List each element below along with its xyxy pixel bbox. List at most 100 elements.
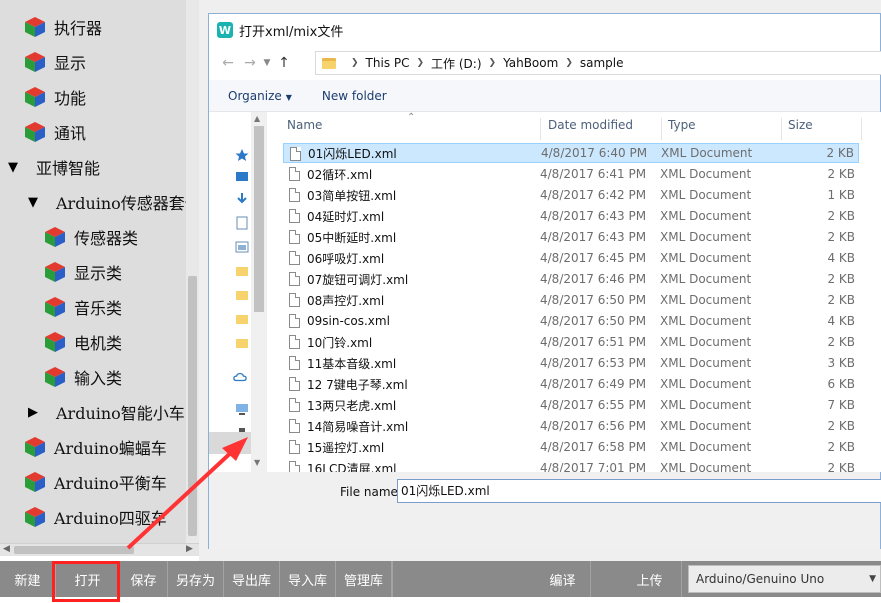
file-type: XML Document bbox=[660, 356, 752, 370]
recent-locations-chevron-icon[interactable]: ▼ bbox=[261, 52, 273, 74]
address-bar[interactable]: ❯ This PC ❯ 工作 (D:) ❯ YahBoom ❯ sample bbox=[315, 51, 881, 75]
bottom-strip bbox=[0, 597, 881, 603]
breadcrumb-item[interactable]: This PC bbox=[366, 56, 410, 70]
expanded-triangle-icon[interactable]: ▼ bbox=[28, 195, 46, 210]
category-vertical-scrollbar[interactable] bbox=[186, 0, 199, 543]
category-item[interactable]: 功能 bbox=[24, 82, 86, 112]
this-pc-icon[interactable] bbox=[235, 402, 249, 416]
back-arrow-icon[interactable]: ← bbox=[217, 52, 239, 74]
scroll-left-icon[interactable]: ◀ bbox=[3, 544, 10, 554]
navigation-pane-scroll-thumb[interactable] bbox=[254, 126, 264, 312]
onedrive-cloud-icon[interactable] bbox=[233, 370, 247, 384]
file-type: XML Document bbox=[660, 251, 752, 265]
breadcrumb-item[interactable]: sample bbox=[580, 56, 624, 70]
manage-library-button[interactable]: 管理库 bbox=[336, 561, 392, 597]
category-label: 亚博智能 bbox=[36, 159, 101, 178]
new-folder-button[interactable]: New folder bbox=[322, 89, 387, 103]
expanded-triangle-icon[interactable]: ▼ bbox=[8, 160, 26, 175]
file-row[interactable]: 09sin-cos.xml 4/8/2017 6:50 PM XML Documen… bbox=[283, 311, 859, 331]
quick-access-star-icon[interactable] bbox=[235, 148, 249, 162]
up-arrow-icon[interactable]: ↑ bbox=[273, 52, 295, 74]
scroll-up-icon[interactable]: ▲ bbox=[254, 114, 260, 123]
downloads-icon[interactable] bbox=[235, 192, 249, 206]
folder-icon[interactable] bbox=[235, 264, 249, 278]
category-item[interactable]: 显示类 bbox=[44, 257, 122, 287]
file-type: XML Document bbox=[661, 146, 753, 160]
xml-file-icon bbox=[289, 398, 300, 412]
file-row[interactable]: 07旋钮可调灯.xml 4/8/2017 6:46 PM XML Document 2… bbox=[283, 269, 859, 289]
breadcrumb-item[interactable]: YahBoom bbox=[503, 56, 558, 70]
file-name: 04延时灯.xml bbox=[307, 209, 385, 224]
category-scroll-thumb[interactable] bbox=[188, 276, 197, 536]
category-item[interactable]: 输入类 bbox=[44, 362, 122, 392]
folder-icon[interactable] bbox=[235, 336, 249, 350]
desktop-icon[interactable] bbox=[235, 170, 249, 184]
file-row[interactable]: 11基本音级.xml 4/8/2017 6:53 PM XML Document 3 … bbox=[283, 353, 859, 373]
file-row[interactable]: 08声控灯.xml 4/8/2017 6:50 PM XML Document 2 K… bbox=[283, 290, 859, 310]
file-name-input[interactable]: 01闪烁LED.xml bbox=[397, 479, 881, 503]
category-item[interactable]: 音乐类 bbox=[44, 292, 122, 322]
breadcrumb-separator-icon[interactable]: ❯ bbox=[417, 58, 425, 68]
pictures-icon[interactable] bbox=[235, 240, 249, 254]
category-item[interactable]: Arduino蝙蝠车 bbox=[24, 432, 167, 462]
navigation-pane-scrollbar[interactable]: ▲ ▼ bbox=[251, 112, 267, 472]
category-item[interactable]: ▼ Arduino传感器套件 bbox=[28, 187, 199, 217]
scroll-right-icon[interactable]: ▶ bbox=[186, 544, 193, 554]
column-header-type[interactable]: Type bbox=[662, 118, 782, 140]
file-row[interactable]: 05中断延时.xml 4/8/2017 6:43 PM XML Document 2 … bbox=[283, 227, 859, 247]
board-select[interactable]: Arduino/Genuino Uno ▼ bbox=[688, 565, 881, 593]
import-library-button[interactable]: 导入库 bbox=[280, 561, 336, 597]
open-button-highlight-box bbox=[52, 561, 120, 602]
category-horizontal-scrollbar[interactable]: ◀ ▶ bbox=[0, 543, 199, 556]
app-logo-icon: W bbox=[217, 22, 233, 38]
breadcrumb-separator-icon[interactable]: ❯ bbox=[351, 58, 359, 68]
forward-arrow-icon[interactable]: → bbox=[239, 52, 261, 74]
organize-button[interactable]: Organize ▼ bbox=[228, 89, 292, 103]
breadcrumb-separator-icon[interactable]: ❯ bbox=[565, 58, 573, 68]
block-category-cube-icon bbox=[25, 472, 45, 492]
file-row[interactable]: 04延时灯.xml 4/8/2017 6:43 PM XML Document 2 K… bbox=[283, 206, 859, 226]
file-row[interactable]: 03简单按钮.xml 4/8/2017 6:42 PM XML Document 1 … bbox=[283, 185, 859, 205]
category-item[interactable]: 电机类 bbox=[44, 327, 122, 357]
breadcrumb-item[interactable]: 工作 (D:) bbox=[431, 55, 481, 72]
file-type: XML Document bbox=[660, 167, 752, 181]
category-item[interactable]: ▶ Arduino智能小车 bbox=[28, 397, 185, 427]
file-row[interactable]: 01闪烁LED.xml 4/8/2017 6:40 PM XML Document 2… bbox=[283, 143, 859, 163]
file-row[interactable]: 10门铃.xml 4/8/2017 6:51 PM XML Document 2 KB bbox=[283, 332, 859, 352]
file-type: XML Document bbox=[660, 440, 752, 454]
save-button[interactable]: 保存 bbox=[120, 561, 168, 597]
category-item[interactable]: 传感器类 bbox=[44, 222, 138, 252]
breadcrumb-separator-icon[interactable]: ❯ bbox=[489, 58, 497, 68]
scroll-down-icon[interactable]: ▼ bbox=[254, 458, 260, 467]
collapsed-triangle-icon[interactable]: ▶ bbox=[28, 405, 46, 420]
file-row[interactable]: 06呼吸灯.xml 4/8/2017 6:45 PM XML Document 4 K… bbox=[283, 248, 859, 268]
file-row[interactable]: 14简易噪音计.xml 4/8/2017 6:56 PM XML Document 2… bbox=[283, 416, 859, 436]
category-item[interactable]: 执行器 bbox=[24, 12, 102, 42]
export-library-button[interactable]: 导出库 bbox=[224, 561, 280, 597]
column-header-name[interactable]: Name bbox=[281, 118, 541, 140]
file-row[interactable]: 16LCD清屏.xml 4/8/2017 7:01 PM XML Document 2… bbox=[283, 458, 859, 472]
category-label: 通讯 bbox=[54, 124, 87, 143]
folder-icon[interactable] bbox=[235, 312, 249, 326]
category-item[interactable]: 通讯 bbox=[24, 117, 86, 147]
file-row[interactable]: 02循环.xml 4/8/2017 6:41 PM XML Document 2 KB bbox=[283, 164, 859, 184]
category-hscroll-thumb[interactable] bbox=[14, 546, 134, 554]
category-item[interactable]: Arduino平衡车 bbox=[24, 467, 167, 497]
column-header-date-modified[interactable]: Date modified bbox=[542, 118, 662, 140]
column-header-size[interactable]: Size bbox=[782, 118, 862, 140]
folder-icon[interactable] bbox=[235, 288, 249, 302]
category-item[interactable]: Arduino四驱车 bbox=[24, 502, 167, 532]
compile-button[interactable]: 编译 bbox=[535, 561, 591, 597]
navigation-pane-selected-item[interactable] bbox=[209, 432, 251, 454]
file-row[interactable]: 15遥控灯.xml 4/8/2017 6:58 PM XML Document 2 K… bbox=[283, 437, 859, 457]
save-as-button[interactable]: 另存为 bbox=[168, 561, 224, 597]
file-row[interactable]: 13两只老虎.xml 4/8/2017 6:55 PM XML Document 7 … bbox=[283, 395, 859, 415]
documents-icon[interactable] bbox=[235, 216, 249, 230]
category-item[interactable]: ▼ 亚博智能 bbox=[8, 152, 100, 182]
upload-button[interactable]: 上传 bbox=[618, 561, 682, 597]
category-item[interactable]: 显示 bbox=[24, 47, 86, 77]
dialog-titlebar[interactable]: W 打开xml/mix文件 bbox=[209, 14, 880, 46]
xml-file-icon bbox=[289, 272, 300, 286]
new-button[interactable]: 新建 bbox=[0, 561, 56, 597]
file-row[interactable]: 12 7键电子琴.xml 4/8/2017 6:49 PM XML Document… bbox=[283, 374, 859, 394]
